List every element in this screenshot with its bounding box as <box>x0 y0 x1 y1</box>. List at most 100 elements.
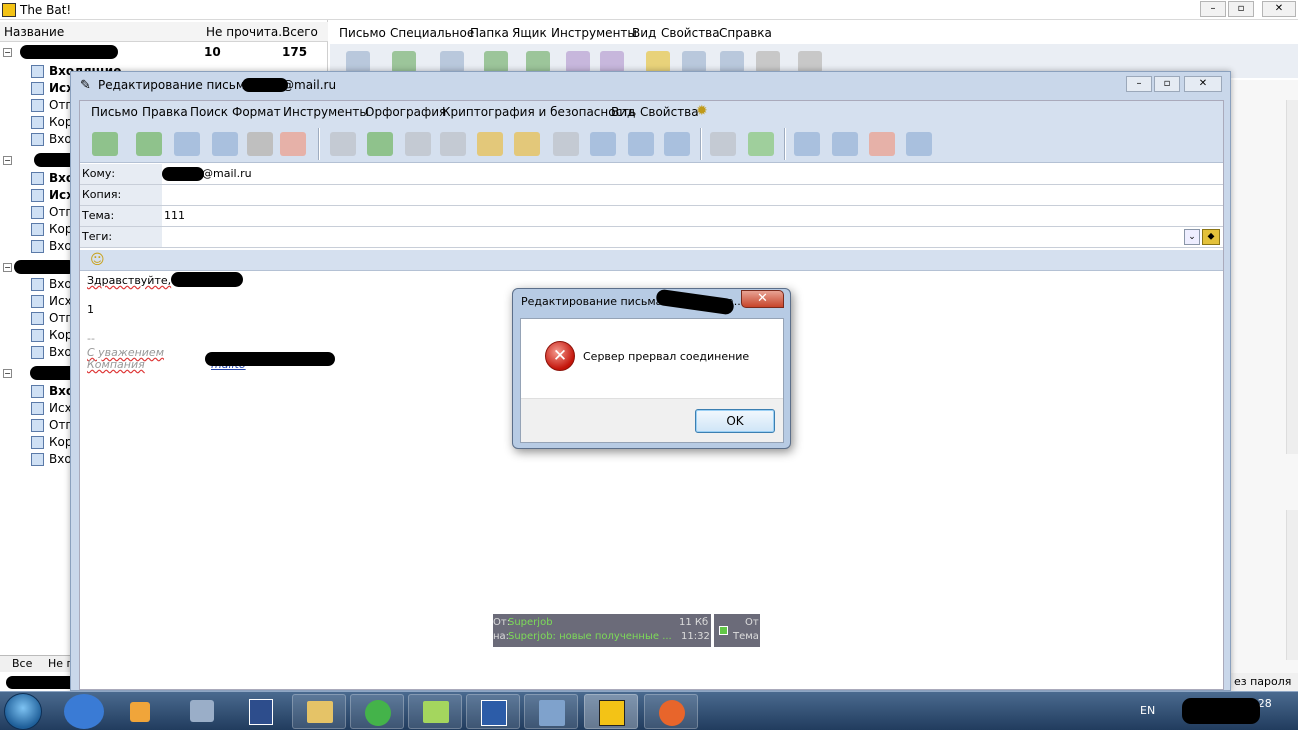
forward-icon[interactable] <box>566 51 590 73</box>
outbox-icon <box>31 402 44 415</box>
word-icon[interactable] <box>466 694 520 729</box>
menu-properties[interactable]: Свойства <box>661 26 720 40</box>
inbox-icon <box>31 172 44 185</box>
account-row[interactable]: − 10 175 <box>0 44 328 61</box>
internet-explorer-icon[interactable] <box>64 694 104 729</box>
editor-minimize-button[interactable]: – <box>1126 76 1152 92</box>
menu-view[interactable]: Вид <box>632 26 656 40</box>
delete-icon[interactable] <box>798 51 822 73</box>
notes-icon[interactable] <box>408 694 462 729</box>
find-next-icon[interactable] <box>906 132 932 156</box>
select-all-icon[interactable] <box>553 132 579 156</box>
sign-icon[interactable] <box>748 132 774 156</box>
dialog-close-button[interactable]: ✕ <box>741 290 784 308</box>
icq-icon[interactable] <box>350 694 404 729</box>
cut-icon[interactable] <box>440 132 466 156</box>
print-icon[interactable] <box>247 132 273 156</box>
encrypt-icon[interactable] <box>710 132 736 156</box>
close-button[interactable]: ✕ <box>1262 1 1296 17</box>
collapse-icon[interactable]: − <box>3 369 12 378</box>
editor-menu-edit[interactable]: Правка <box>142 105 188 119</box>
editor-menu-search[interactable]: Поиск <box>190 105 228 119</box>
tag-icon[interactable]: ⬥ <box>1202 229 1220 245</box>
scrollbar[interactable] <box>1286 510 1298 660</box>
column-total[interactable]: Всего <box>282 25 318 39</box>
column-name[interactable]: Название <box>4 25 64 39</box>
language-indicator[interactable]: EN <box>1140 704 1155 717</box>
menu-tools[interactable]: Инструменты <box>551 26 637 40</box>
get-mail-icon[interactable] <box>392 51 416 73</box>
save-template-icon[interactable] <box>212 132 238 156</box>
editor-menu-bar: Письмо Правка Поиск Формат Инструменты О… <box>80 101 1223 123</box>
subject-input[interactable]: 111 <box>164 209 185 222</box>
edit-pen-icon: ✎ <box>80 78 91 93</box>
dialog-title: Редактирование письма - <box>521 295 670 308</box>
clipboard-icon[interactable] <box>664 132 690 156</box>
collapse-icon[interactable]: − <box>3 48 12 57</box>
save-icon[interactable] <box>720 51 744 73</box>
minimize-button[interactable]: – <box>1200 1 1226 17</box>
find-icon[interactable] <box>832 132 858 156</box>
save-draft-icon[interactable] <box>174 132 200 156</box>
cc-label: Копия: <box>80 185 162 205</box>
print-icon[interactable] <box>756 51 780 73</box>
copy-icon[interactable] <box>405 132 431 156</box>
insert-icon[interactable] <box>590 132 616 156</box>
undo-icon[interactable] <box>330 132 356 156</box>
find-icon[interactable] <box>682 51 706 73</box>
attach-icon[interactable] <box>628 132 654 156</box>
editor-menu-crypto[interactable]: Криптография и безопасность <box>442 105 636 119</box>
editor-close-button[interactable]: ✕ <box>1184 76 1222 92</box>
editor-menu-properties[interactable]: Свойства <box>640 105 699 119</box>
new-mail-notification[interactable]: От: Superjob 11 Кб на: Superjob: новые п… <box>493 614 760 647</box>
collapse-icon[interactable]: − <box>3 156 12 165</box>
tools-icon[interactable] <box>176 694 228 729</box>
control-panel-icon[interactable] <box>524 694 578 729</box>
editor-menu-view[interactable]: Вид <box>611 105 635 119</box>
find-prev-icon[interactable] <box>794 132 820 156</box>
editor-menu-tools[interactable]: Инструменты <box>283 105 369 119</box>
start-button[interactable] <box>4 693 42 730</box>
explorer-icon[interactable] <box>292 694 346 729</box>
settings-gear-icon[interactable]: ✹ <box>696 103 708 119</box>
tab-all[interactable]: Все <box>12 657 32 670</box>
redirect-icon[interactable] <box>600 51 624 73</box>
firefox-icon[interactable] <box>644 694 698 729</box>
editor-menu-spelling[interactable]: Орфография <box>365 105 446 119</box>
media-player-icon[interactable] <box>118 694 162 729</box>
column-unread[interactable]: Не прочита... <box>206 25 290 39</box>
expand-tags-icon[interactable]: ⌄ <box>1184 229 1200 245</box>
maximize-button[interactable]: ▫ <box>1228 1 1254 17</box>
menu-box[interactable]: Ящик <box>512 26 547 40</box>
floppy-save-icon[interactable] <box>234 694 286 729</box>
menu-special[interactable]: Специальное <box>390 26 474 40</box>
editor-maximize-button[interactable]: ▫ <box>1154 76 1180 92</box>
discard-icon[interactable] <box>280 132 306 156</box>
smiley-icon[interactable]: ☺ <box>90 252 105 268</box>
replace-icon[interactable] <box>869 132 895 156</box>
editor-menu-format[interactable]: Формат <box>232 105 281 119</box>
new-mail-icon[interactable] <box>346 51 370 73</box>
redo-icon[interactable] <box>367 132 393 156</box>
paste-special-icon[interactable] <box>514 132 540 156</box>
editor-menu-letter[interactable]: Письмо <box>91 105 138 119</box>
inbox-icon <box>31 453 44 466</box>
ok-button[interactable]: OK <box>695 409 775 433</box>
send-icon[interactable] <box>92 132 118 156</box>
to-input[interactable]: @mail.ru <box>202 167 252 180</box>
the-bat-taskbar-icon[interactable] <box>584 694 638 729</box>
notify-right-subject: Тема <box>733 631 759 642</box>
collapse-icon[interactable]: − <box>3 263 12 272</box>
reply-icon[interactable] <box>484 51 508 73</box>
menu-folder[interactable]: Папка <box>470 26 509 40</box>
queue-icon[interactable] <box>136 132 162 156</box>
address-book-icon[interactable] <box>646 51 670 73</box>
menu-letter[interactable]: Письмо <box>339 26 386 40</box>
error-message: Сервер прервал соединение <box>583 350 750 363</box>
compose-icon[interactable] <box>440 51 464 73</box>
reply-all-icon[interactable] <box>526 51 550 73</box>
menu-help[interactable]: Справка <box>719 26 772 40</box>
scrollbar[interactable] <box>1286 100 1298 454</box>
redacted-dialog-title <box>655 288 735 316</box>
paste-icon[interactable] <box>477 132 503 156</box>
